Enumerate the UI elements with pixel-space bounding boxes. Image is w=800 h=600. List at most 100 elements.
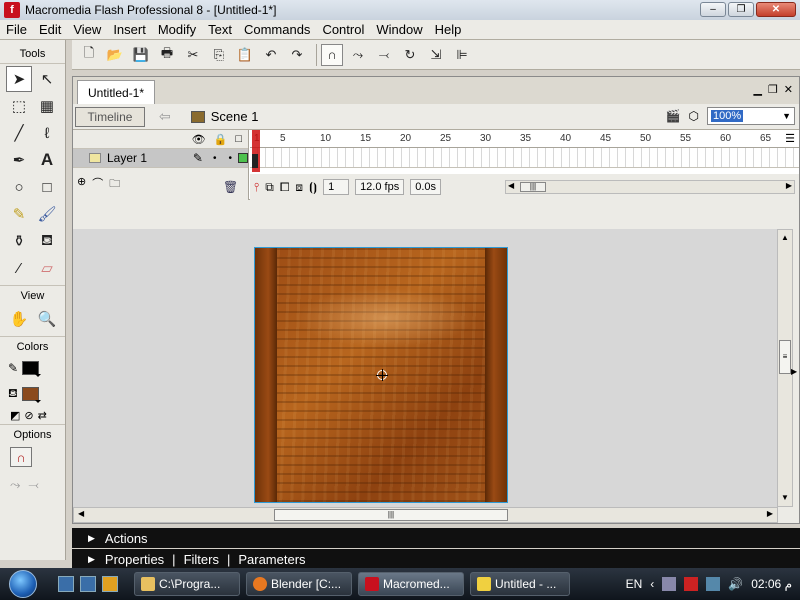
oval-tool-icon[interactable]: ○ xyxy=(6,174,32,200)
menu-help[interactable]: Help xyxy=(429,22,468,37)
document-tab[interactable]: Untitled-1* xyxy=(77,80,156,104)
outline-icon[interactable]: □ xyxy=(235,133,242,145)
keyframe[interactable] xyxy=(252,154,258,168)
doc-minimize-icon[interactable]: ▁ xyxy=(753,83,761,96)
brush-tool-icon[interactable]: 🖌 xyxy=(34,201,60,227)
network-icon[interactable] xyxy=(662,577,677,591)
selection-tool-icon[interactable]: ➤ xyxy=(6,66,32,92)
timeline-toggle-button[interactable]: Timeline xyxy=(75,106,145,127)
tray-expand-icon[interactable]: ‹ xyxy=(650,577,654,591)
minimize-button[interactable]: – xyxy=(700,2,726,17)
scroll-left-icon[interactable]: ◀ xyxy=(78,509,84,518)
clock[interactable]: 02:06 م xyxy=(751,577,792,591)
layer-visible-dot[interactable]: • xyxy=(213,153,217,164)
onion-outlines-icon[interactable]: ⧠ xyxy=(280,180,290,195)
gradient-transform-tool-icon[interactable]: ▦ xyxy=(34,93,60,119)
undo-icon[interactable]: ↶ xyxy=(260,44,282,66)
hand-tool-icon[interactable]: ✋ xyxy=(6,306,32,332)
snap-magnet-icon[interactable]: ∩ xyxy=(321,43,343,66)
start-button[interactable] xyxy=(0,568,46,600)
expand-actions-icon[interactable]: ▶ xyxy=(88,533,95,544)
add-layer-icon[interactable]: ⊕ xyxy=(77,175,86,194)
back-arrow-icon[interactable]: ⇦ xyxy=(159,108,171,125)
pen-tool-icon[interactable]: ✒ xyxy=(6,147,32,173)
redo-icon[interactable]: ↷ xyxy=(286,44,308,66)
print-icon[interactable]: 🖶 xyxy=(156,44,178,66)
lasso-tool-icon[interactable]: ℓ xyxy=(34,120,60,146)
frame-ruler[interactable]: 1 5 10 15 20 25 30 35 40 45 50 55 60 65 … xyxy=(250,130,799,148)
taskbar-item-blender[interactable]: Blender [C:... xyxy=(246,572,352,596)
layer-outline-color[interactable] xyxy=(238,153,248,163)
eraser-tool-icon[interactable]: ▱ xyxy=(34,255,60,281)
restore-button[interactable]: ❐ xyxy=(728,2,754,17)
new-icon[interactable]: 🗋 xyxy=(78,44,100,66)
menu-file[interactable]: File xyxy=(0,22,33,37)
black-white-icon[interactable]: ◩ xyxy=(10,409,20,422)
stage-area[interactable] xyxy=(73,229,778,507)
modify-onion-markers-icon[interactable]: ⦗⦘ xyxy=(309,180,317,195)
line-tool-icon[interactable]: ╱ xyxy=(6,120,32,146)
stage-horizontal-scrollbar[interactable]: ◀ ||| ▶ xyxy=(73,507,778,523)
menu-modify[interactable]: Modify xyxy=(152,22,202,37)
stroke-color-swatch[interactable] xyxy=(22,361,42,377)
filters-tab[interactable]: Filters xyxy=(184,552,219,567)
align-icon[interactable]: ⊫ xyxy=(451,44,473,66)
menu-commands[interactable]: Commands xyxy=(238,22,316,37)
onion-skin-icon[interactable]: ⧉ xyxy=(265,180,274,195)
center-frame-icon[interactable]: ⫯ xyxy=(254,180,259,195)
scroll-right-icon[interactable]: ▶ xyxy=(767,509,773,518)
eye-icon[interactable]: 👁 xyxy=(192,133,206,146)
delete-layer-icon[interactable]: 🗑 xyxy=(223,180,238,194)
scale-icon[interactable]: ⇲ xyxy=(425,44,447,66)
close-button[interactable]: ✕ xyxy=(756,2,796,17)
cut-icon[interactable]: ✂ xyxy=(182,44,204,66)
subselection-tool-icon[interactable]: ↖ xyxy=(34,66,60,92)
parameters-tab[interactable]: Parameters xyxy=(238,552,305,567)
menu-text[interactable]: Text xyxy=(202,22,238,37)
straighten-option-icon[interactable]: ⤙ xyxy=(28,477,38,493)
edit-scene-icon[interactable]: 🎬 xyxy=(666,109,681,123)
properties-panel-header[interactable]: ▶ Properties | Filters | Parameters xyxy=(72,549,800,569)
menu-window[interactable]: Window xyxy=(370,22,428,37)
scroll-down-icon[interactable]: ▼ xyxy=(778,490,792,506)
timeline-scroll-thumb[interactable]: ||| xyxy=(520,182,546,192)
menu-control[interactable]: Control xyxy=(316,22,370,37)
zoom-select[interactable]: 100% ▼ xyxy=(707,107,795,125)
free-transform-tool-icon[interactable]: ⬚ xyxy=(6,93,32,119)
snap-to-objects-icon[interactable]: ∩ xyxy=(10,447,32,467)
expand-properties-icon[interactable]: ▶ xyxy=(88,554,95,565)
edit-multiple-frames-icon[interactable]: ⧈ xyxy=(295,180,303,195)
layer-row[interactable]: Layer 1 ✎ • • xyxy=(73,148,248,168)
save-icon[interactable]: 💾 xyxy=(130,44,152,66)
panel-collapse-handle-icon[interactable]: ▶ xyxy=(791,367,799,395)
copy-icon[interactable]: ⎘ xyxy=(208,44,230,66)
edit-symbols-icon[interactable]: ⬡ xyxy=(689,109,699,123)
fill-color-swatch[interactable] xyxy=(21,387,41,403)
display-icon[interactable] xyxy=(706,577,721,591)
timeline-scrollbar[interactable]: ◀ ||| ▶ xyxy=(505,180,795,194)
media-player-icon[interactable] xyxy=(102,576,118,592)
open-icon[interactable]: 📂 xyxy=(104,44,126,66)
taskbar-item-paint[interactable]: Untitled - ... xyxy=(470,572,570,596)
rectangle-tool-icon[interactable]: □ xyxy=(34,174,60,200)
antivirus-icon[interactable] xyxy=(684,577,699,591)
language-indicator[interactable]: EN xyxy=(626,577,643,591)
no-color-icon[interactable]: ⊘ xyxy=(24,409,33,422)
swap-colors-icon[interactable]: ⇄ xyxy=(38,409,47,422)
smooth-option-icon[interactable]: ⤳ xyxy=(10,477,20,493)
timeline-scroll-left-icon[interactable]: ◀ xyxy=(508,181,514,190)
properties-tab[interactable]: Properties xyxy=(105,552,164,567)
scroll-up-icon[interactable]: ▲ xyxy=(778,230,792,246)
menu-view[interactable]: View xyxy=(67,22,107,37)
horizontal-scroll-thumb[interactable]: ||| xyxy=(274,509,508,521)
timeline-scroll-right-icon[interactable]: ▶ xyxy=(786,181,792,190)
menu-edit[interactable]: Edit xyxy=(33,22,67,37)
straighten-icon[interactable]: ⤙ xyxy=(373,44,395,66)
switch-windows-icon[interactable] xyxy=(80,576,96,592)
zoom-tool-icon[interactable]: 🔍 xyxy=(34,306,60,332)
rotate-icon[interactable]: ↻ xyxy=(399,44,421,66)
add-motion-guide-icon[interactable]: ⌒ xyxy=(92,175,103,194)
actions-panel-header[interactable]: ▶ Actions xyxy=(72,528,800,548)
doc-close-icon[interactable]: ✕ xyxy=(784,83,793,96)
ink-bottle-tool-icon[interactable]: ⚱ xyxy=(6,228,32,254)
